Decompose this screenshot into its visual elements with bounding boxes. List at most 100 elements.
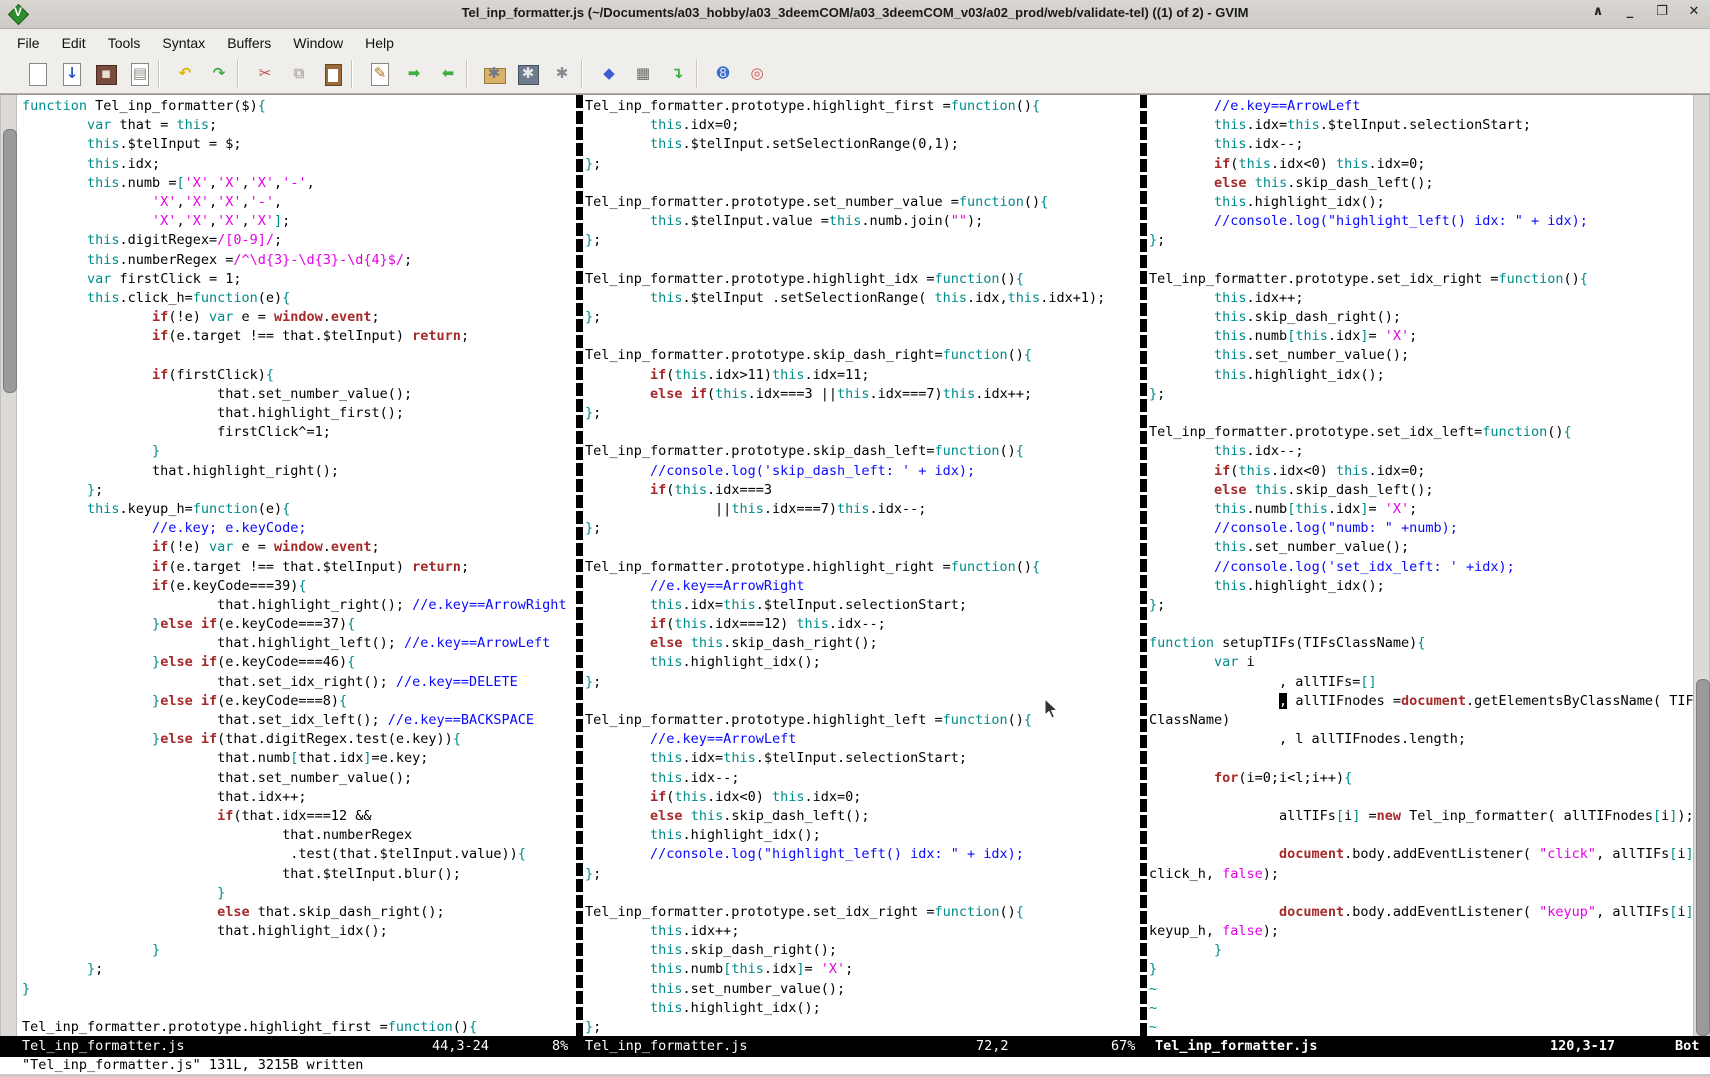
paste-button[interactable] — [320, 61, 346, 87]
menu-tools[interactable]: Tools — [97, 32, 152, 54]
toolbar-separator — [351, 60, 353, 88]
code-line: } — [22, 884, 576, 903]
menu-window[interactable]: Window — [282, 32, 354, 54]
jump-to-tag-icon: ↴ — [664, 64, 690, 82]
code-line: this.idx=this.$telInput.selectionStart; — [585, 596, 1140, 615]
code-line: that.set_idx_right(); //e.key==DELETE — [22, 673, 576, 692]
make-button[interactable]: ◆ — [596, 61, 622, 87]
code-line: Tel_inp_formatter.prototype.skip_dash_ri… — [585, 346, 1140, 365]
code-line: document.body.addEventListener( "keyup",… — [1149, 903, 1693, 922]
save-file-button[interactable]: ↓ — [59, 61, 85, 87]
save-session-button[interactable]: ✱ — [515, 61, 541, 87]
code-line: this.highlight_idx(); — [1149, 366, 1693, 385]
find-next-icon: ➡ — [401, 64, 427, 82]
pane-separator-2[interactable] — [1140, 95, 1147, 1037]
code-line: else this.skip_dash_left(); — [1149, 481, 1693, 500]
code-line: this.digitRegex=/[0-9]/; — [22, 231, 576, 250]
save-all-button[interactable]: ▪ — [93, 61, 119, 87]
code-line: //console.log("highlight_left() idx: " +… — [1149, 212, 1693, 231]
code-line: 'X','X','X','X']; — [22, 212, 576, 231]
code-line — [1149, 788, 1693, 807]
window-controls: ∧ _ ❐ ✕ — [1590, 4, 1702, 22]
status-segment-2: Tel_inp_formatter.js 72,2 67% — [579, 1036, 1143, 1057]
mouse-pointer-icon — [1044, 698, 1060, 720]
left-scrollbar-thumb[interactable] — [3, 129, 17, 393]
help-button[interactable]: ➑ — [710, 61, 736, 87]
status-position: Bot — [1675, 1036, 1699, 1056]
print-icon: ▤ — [127, 64, 153, 82]
pane-1[interactable]: function Tel_inp_formatter($){ var that … — [17, 95, 576, 1037]
left-scrollbar[interactable] — [0, 95, 17, 1037]
status-filename: Tel_inp_formatter.js — [1155, 1036, 1318, 1056]
code-line: that.set_idx_left(); //e.key==BACKSPACE — [22, 711, 576, 730]
menu-edit[interactable]: Edit — [51, 32, 97, 54]
find-prev-button[interactable]: ⬅ — [435, 61, 461, 87]
code-line: }; — [585, 308, 1140, 327]
code-line: }else if(e.keyCode===46){ — [22, 653, 576, 672]
code-line: Tel_inp_formatter.prototype.set_idx_left… — [1149, 423, 1693, 442]
code-line: this.idx--; — [585, 769, 1140, 788]
code-line: this.idx++; — [1149, 289, 1693, 308]
undo-icon: ↶ — [172, 64, 198, 82]
code-line — [585, 174, 1140, 193]
code-line: this.highlight_idx(); — [585, 826, 1140, 845]
find-next-button[interactable]: ➡ — [401, 61, 427, 87]
pane-3[interactable]: //e.key==ArrowLeft this.idx=this.$telInp… — [1147, 95, 1693, 1037]
shade-button[interactable]: ∧ — [1590, 4, 1606, 22]
undo-button[interactable]: ↶ — [172, 61, 198, 87]
build-tags-button[interactable]: ▦ — [630, 61, 656, 87]
find-replace-icon: ✎ — [367, 64, 393, 82]
right-scrollbar[interactable] — [1693, 95, 1710, 1037]
code-line: var i — [1149, 653, 1693, 672]
load-session-button[interactable]: ✱ — [481, 61, 507, 87]
code-line: this.idx=this.$telInput.selectionStart; — [1149, 116, 1693, 135]
code-line: //e.key==ArrowLeft — [1149, 97, 1693, 116]
code-line: function setupTIFs(TIFsClassName){ — [1149, 634, 1693, 653]
code-line: this.$telInput.setSelectionRange(0,1); — [585, 135, 1140, 154]
code-line: Tel_inp_formatter.prototype.highlight_ri… — [585, 558, 1140, 577]
maximize-button[interactable]: ❐ — [1654, 4, 1670, 22]
code-line: if(!e) var e = window.event; — [22, 538, 576, 557]
print-button[interactable]: ▤ — [127, 61, 153, 87]
cut-button[interactable]: ✂ — [252, 61, 278, 87]
right-scrollbar-thumb[interactable] — [1696, 679, 1710, 1036]
pane-separator-1[interactable] — [576, 95, 583, 1037]
code-line: function Tel_inp_formatter($){ — [22, 97, 576, 116]
run-script-button[interactable]: ✱ — [549, 61, 575, 87]
close-button[interactable]: ✕ — [1686, 4, 1702, 22]
code-line: //console.log('skip_dash_left: ' + idx); — [585, 462, 1140, 481]
code-line: }; — [1149, 385, 1693, 404]
code-line: , allTIFnodes =document.getElementsByCla… — [1149, 692, 1693, 711]
code-line: this.idx--; — [1149, 442, 1693, 461]
jump-to-tag-button[interactable]: ↴ — [664, 61, 690, 87]
redo-button[interactable]: ↷ — [206, 61, 232, 87]
cursor-block: , — [1279, 693, 1287, 709]
code-line: this.highlight_idx(); — [1149, 577, 1693, 596]
code-line: //e.key==ArrowRight — [585, 577, 1140, 596]
code-line: that.idx++; — [22, 788, 576, 807]
pane-2[interactable]: Tel_inp_formatter.prototype.highlight_fi… — [583, 95, 1140, 1037]
menu-file[interactable]: File — [6, 32, 51, 54]
save-all-icon: ▪ — [93, 64, 119, 82]
menu-syntax[interactable]: Syntax — [151, 32, 216, 54]
menu-buffers[interactable]: Buffers — [216, 32, 282, 54]
open-file-button[interactable] — [25, 61, 51, 87]
code-line: if(this.idx>11)this.idx=11; — [585, 366, 1140, 385]
menu-help[interactable]: Help — [354, 32, 405, 54]
code-line: this.$telInput = $; — [22, 135, 576, 154]
minimize-button[interactable]: _ — [1622, 4, 1638, 22]
code-line: else this.skip_dash_left(); — [585, 807, 1140, 826]
code-line: this.numb =['X','X','X','-', — [22, 174, 576, 193]
code-line: this.highlight_idx(); — [585, 999, 1140, 1018]
find-in-help-button[interactable]: ◎ — [744, 61, 770, 87]
window-title: Tel_inp_formatter.js (~/Documents/a03_ho… — [0, 5, 1710, 20]
code-line: this.set_number_value(); — [585, 980, 1140, 999]
code-line: Tel_inp_formatter.prototype.set_number_v… — [585, 193, 1140, 212]
code-line: if(!e) var e = window.event; — [22, 308, 576, 327]
code-line: click_h, false); — [1149, 865, 1693, 884]
code-line: Tel_inp_formatter.prototype.set_idx_righ… — [585, 903, 1140, 922]
code-line: this.idx=this.$telInput.selectionStart; — [585, 749, 1140, 768]
copy-button[interactable]: ⧉ — [286, 61, 312, 87]
code-line: if(this.idx===3 — [585, 481, 1140, 500]
find-replace-button[interactable]: ✎ — [367, 61, 393, 87]
